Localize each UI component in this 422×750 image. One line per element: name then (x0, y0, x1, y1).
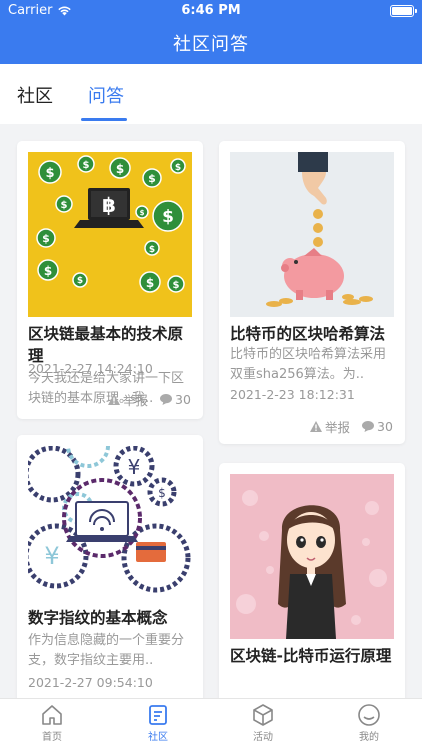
card-description: 比特币的区块哈希算法采用双重sha256算法。为.. (230, 347, 387, 382)
qa-card[interactable]: ¥ ¥ $ 数字指纹的基本概念 作为信息隐藏的一个重要分支，数字指纹主要用.. … (17, 435, 203, 698)
nav-activity[interactable]: 活动 (233, 703, 293, 743)
qa-card[interactable]: 区块链-比特币运行原理 (219, 463, 405, 698)
header-bar: Carrier 6:46 PM 社区问答 (0, 0, 422, 64)
card-meta: 举报 30 (108, 390, 191, 409)
card-image-piggy-bank (230, 152, 394, 317)
box-icon (253, 704, 273, 726)
comment-count-value: 30 (377, 419, 393, 434)
card-title: 数字指纹的基本概念 (28, 609, 168, 627)
report-label: 举报 (123, 393, 149, 408)
nav-community-label: 社区 (148, 732, 168, 743)
card-title: 比特币的区块哈希算法 (230, 325, 386, 343)
svg-text:$: $ (45, 166, 54, 181)
card-image-fingerprint-gears: ¥ ¥ $ (28, 446, 192, 611)
comment-count-value: 30 (175, 392, 191, 407)
svg-text:¥: ¥ (44, 542, 59, 570)
svg-text:$: $ (162, 207, 174, 227)
svg-text:$: $ (44, 264, 52, 278)
warning-icon (310, 421, 322, 432)
comment-count[interactable]: 30 (160, 392, 191, 407)
card-date: 2021-2-27 09:54:10 (28, 675, 153, 690)
tab-community[interactable]: 社区 (17, 82, 53, 108)
comment-count[interactable]: 30 (362, 419, 393, 434)
svg-text:$: $ (42, 232, 50, 245)
card-title: 区块链-比特币运行原理 (230, 647, 392, 665)
battery-icon (390, 5, 417, 17)
report-button[interactable]: 举报 (108, 390, 148, 409)
community-icon (149, 705, 167, 725)
svg-text:¥: ¥ (128, 455, 141, 479)
home-icon (42, 705, 62, 725)
status-bar: Carrier 6:46 PM (0, 0, 422, 22)
svg-text:$: $ (175, 163, 181, 173)
warning-icon (108, 394, 120, 405)
report-button[interactable]: 举报 (310, 417, 350, 436)
comment-icon (160, 394, 173, 405)
tab-bar: 社区 问答 (0, 64, 422, 124)
nav-community[interactable]: 社区 (128, 703, 188, 743)
svg-text:$: $ (140, 209, 145, 217)
svg-text:$: $ (173, 280, 180, 291)
svg-text:$: $ (146, 276, 154, 290)
tab-qa[interactable]: 问答 (88, 82, 124, 108)
svg-text:$: $ (77, 276, 83, 286)
profile-icon (358, 704, 380, 726)
report-label: 举报 (325, 420, 351, 435)
card-image-money: $$ $$ $$ $$ $$ $$ $$ $ ฿ (28, 152, 192, 317)
page-title: 社区问答 (173, 34, 249, 55)
card-date: 2021-2-23 18:12:31 (230, 387, 355, 402)
qa-card[interactable]: $$ $$ $$ $$ $$ $$ $$ $ ฿ 区块链最基本的技术原理 今天我… (17, 141, 203, 419)
svg-text:฿: ฿ (102, 193, 116, 217)
svg-text:$: $ (83, 160, 90, 171)
svg-text:$: $ (148, 172, 156, 185)
bottom-tab-bar: 首页 社区 活动 我的 (0, 698, 422, 750)
svg-text:$: $ (61, 200, 68, 211)
card-image-girl-avatar (230, 474, 394, 639)
svg-text:$: $ (149, 245, 155, 255)
card-date: 2021-2-27 14:24:10 (28, 361, 153, 376)
nav-profile-label: 我的 (359, 732, 379, 743)
card-description: 作为信息隐藏的一个重要分支，数字指纹主要用.. (28, 633, 185, 668)
nav-profile[interactable]: 我的 (339, 703, 399, 743)
card-meta: 举报 30 (310, 417, 393, 436)
status-time: 6:46 PM (181, 3, 241, 18)
nav-home-label: 首页 (42, 732, 62, 743)
nav-home[interactable]: 首页 (22, 703, 82, 743)
nav-activity-label: 活动 (253, 732, 273, 743)
qa-feed[interactable]: $$ $$ $$ $$ $$ $$ $$ $ ฿ 区块链最基本的技术原理 今天我… (0, 124, 422, 698)
svg-text:$: $ (158, 486, 166, 500)
comment-icon (362, 421, 375, 432)
active-tab-indicator (81, 118, 127, 121)
svg-text:$: $ (116, 162, 124, 176)
